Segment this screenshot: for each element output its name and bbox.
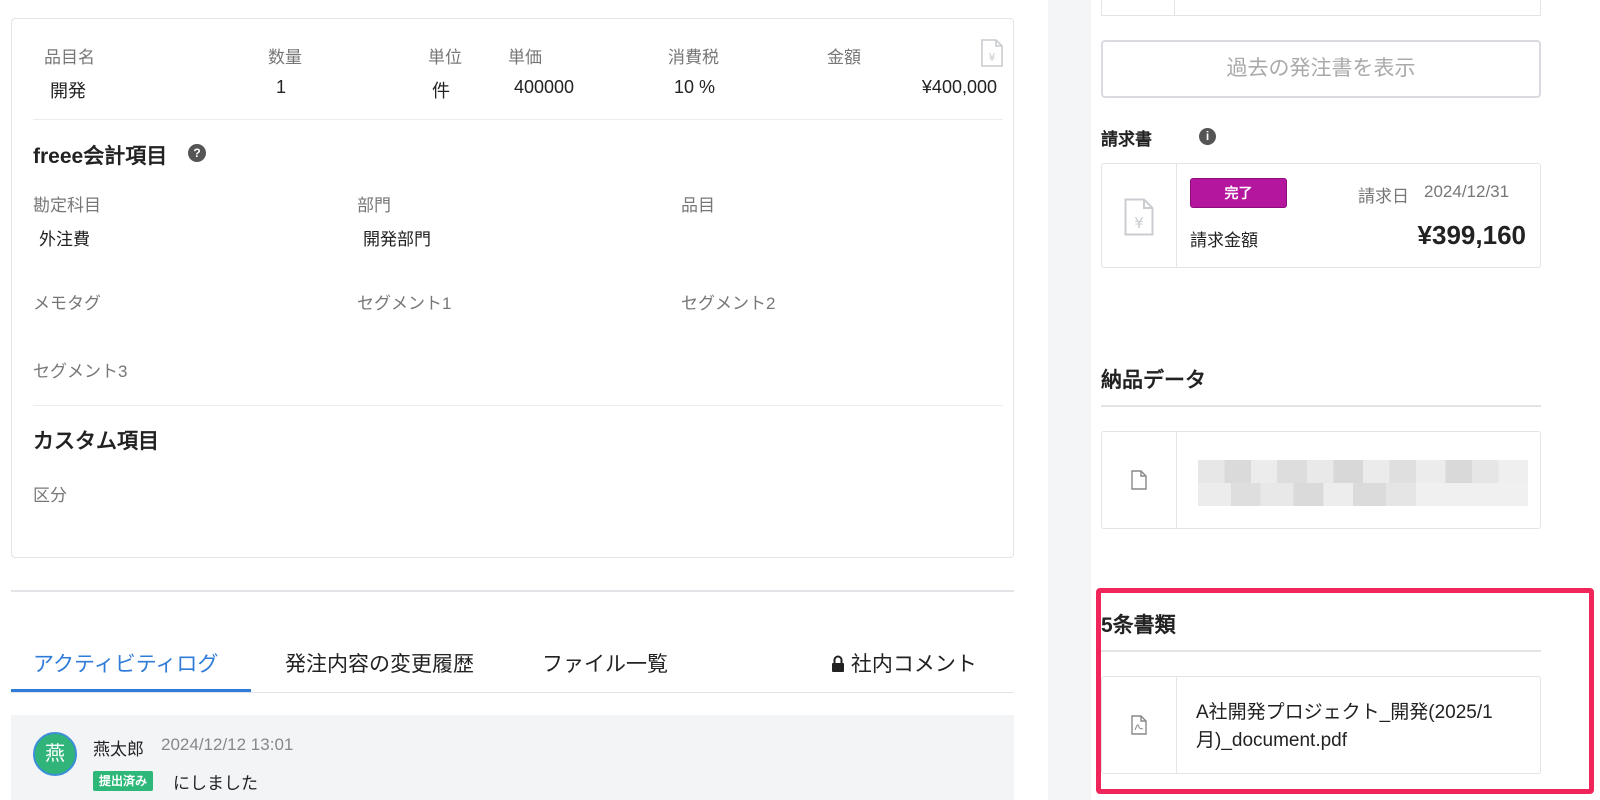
col-header-unit: 単位 xyxy=(428,48,462,67)
tab-internal-comment[interactable]: 社内コメント xyxy=(831,648,977,678)
divider xyxy=(33,405,1003,406)
divider xyxy=(1101,405,1541,407)
field-label-segment1: セグメント1 xyxy=(357,294,452,313)
invoice-card[interactable]: ¥ 完了 請求日 2024/12/31 請求金額 ¥399,160 xyxy=(1101,163,1541,268)
blurred-file-name xyxy=(1198,460,1528,506)
row-qty: 1 xyxy=(276,77,287,97)
order-detail-card: 品目名 数量 単位 単価 消費税 金額 ¥ 開発 1 件 400000 10 %… xyxy=(11,18,1014,558)
delivery-file-card[interactable] xyxy=(1101,431,1541,529)
field-label-department: 部門 xyxy=(357,196,391,215)
row-unit: 件 xyxy=(432,81,450,101)
svg-text:¥: ¥ xyxy=(989,51,996,64)
activity-log-entry: 燕 燕太郎 2024/12/12 13:01 提出済み にしました xyxy=(11,715,1014,800)
info-icon[interactable]: i xyxy=(1199,128,1216,145)
invoice-status-badge: 完了 xyxy=(1190,178,1287,208)
field-label-segment2: セグメント2 xyxy=(681,294,776,313)
main-panel: 品目名 数量 単位 単価 消費税 金額 ¥ 開発 1 件 400000 10 %… xyxy=(0,0,1048,800)
previous-card-bottom xyxy=(1101,0,1541,16)
tab-internal-comment-label: 社内コメント xyxy=(850,653,977,676)
field-label-category: 区分 xyxy=(33,486,67,505)
field-label-memo-tag: メモタグ xyxy=(33,294,101,313)
col-header-tax: 消費税 xyxy=(668,48,719,67)
invoice-date: 2024/12/31 xyxy=(1424,182,1510,201)
log-timestamp: 2024/12/12 13:01 xyxy=(161,735,294,754)
field-value-account: 外注費 xyxy=(39,230,90,249)
freee-section-title: freee会計項目 xyxy=(33,145,168,168)
field-label-account: 勘定科目 xyxy=(33,196,101,215)
yen-document-icon: ¥ xyxy=(1124,198,1154,236)
row-amount: ¥400,000 xyxy=(921,77,997,97)
highlight-box xyxy=(1096,588,1594,794)
row-item-name: 開発 xyxy=(50,81,86,101)
tab-file-list[interactable]: ファイル一覧 xyxy=(542,648,668,678)
invoice-amount: ¥399,160 xyxy=(1417,220,1526,250)
row-price: 400000 xyxy=(514,77,575,97)
show-past-orders-button[interactable]: 過去の発注書を表示 xyxy=(1101,40,1541,98)
col-header-price: 単価 xyxy=(508,48,542,67)
avatar: 燕 xyxy=(33,732,77,776)
tab-activity-log[interactable]: アクティビティログ xyxy=(33,648,218,678)
col-header-amount: 金額 xyxy=(827,48,861,67)
invoice-date-label: 請求日 xyxy=(1358,187,1409,206)
log-message: にしました xyxy=(173,774,258,793)
delivery-data-title: 納品データ xyxy=(1101,369,1206,392)
log-user-name: 燕太郎 xyxy=(93,740,144,759)
status-badge: 提出済み xyxy=(93,771,154,791)
file-icon xyxy=(1131,470,1147,490)
yen-document-icon: ¥ xyxy=(981,39,1003,67)
row-tax: 10 % xyxy=(674,77,716,97)
invoice-amount-label: 請求金額 xyxy=(1190,231,1258,250)
lock-icon xyxy=(832,655,844,672)
help-icon[interactable]: ? xyxy=(188,144,206,162)
divider xyxy=(33,119,1003,120)
field-value-department: 開発部門 xyxy=(363,230,431,249)
panel-gutter xyxy=(1048,0,1091,800)
custom-section-title: カスタム項目 xyxy=(33,430,159,453)
divider xyxy=(11,590,1014,592)
svg-text:¥: ¥ xyxy=(1134,214,1144,232)
col-header-item-name: 品目名 xyxy=(44,48,95,67)
divider xyxy=(11,692,1014,693)
invoice-section-label: 請求書 xyxy=(1101,130,1152,149)
tab-change-history[interactable]: 発注内容の変更履歴 xyxy=(285,648,474,678)
field-label-segment3: セグメント3 xyxy=(33,362,128,381)
col-header-qty: 数量 xyxy=(268,48,302,67)
field-label-item: 品目 xyxy=(681,196,715,215)
